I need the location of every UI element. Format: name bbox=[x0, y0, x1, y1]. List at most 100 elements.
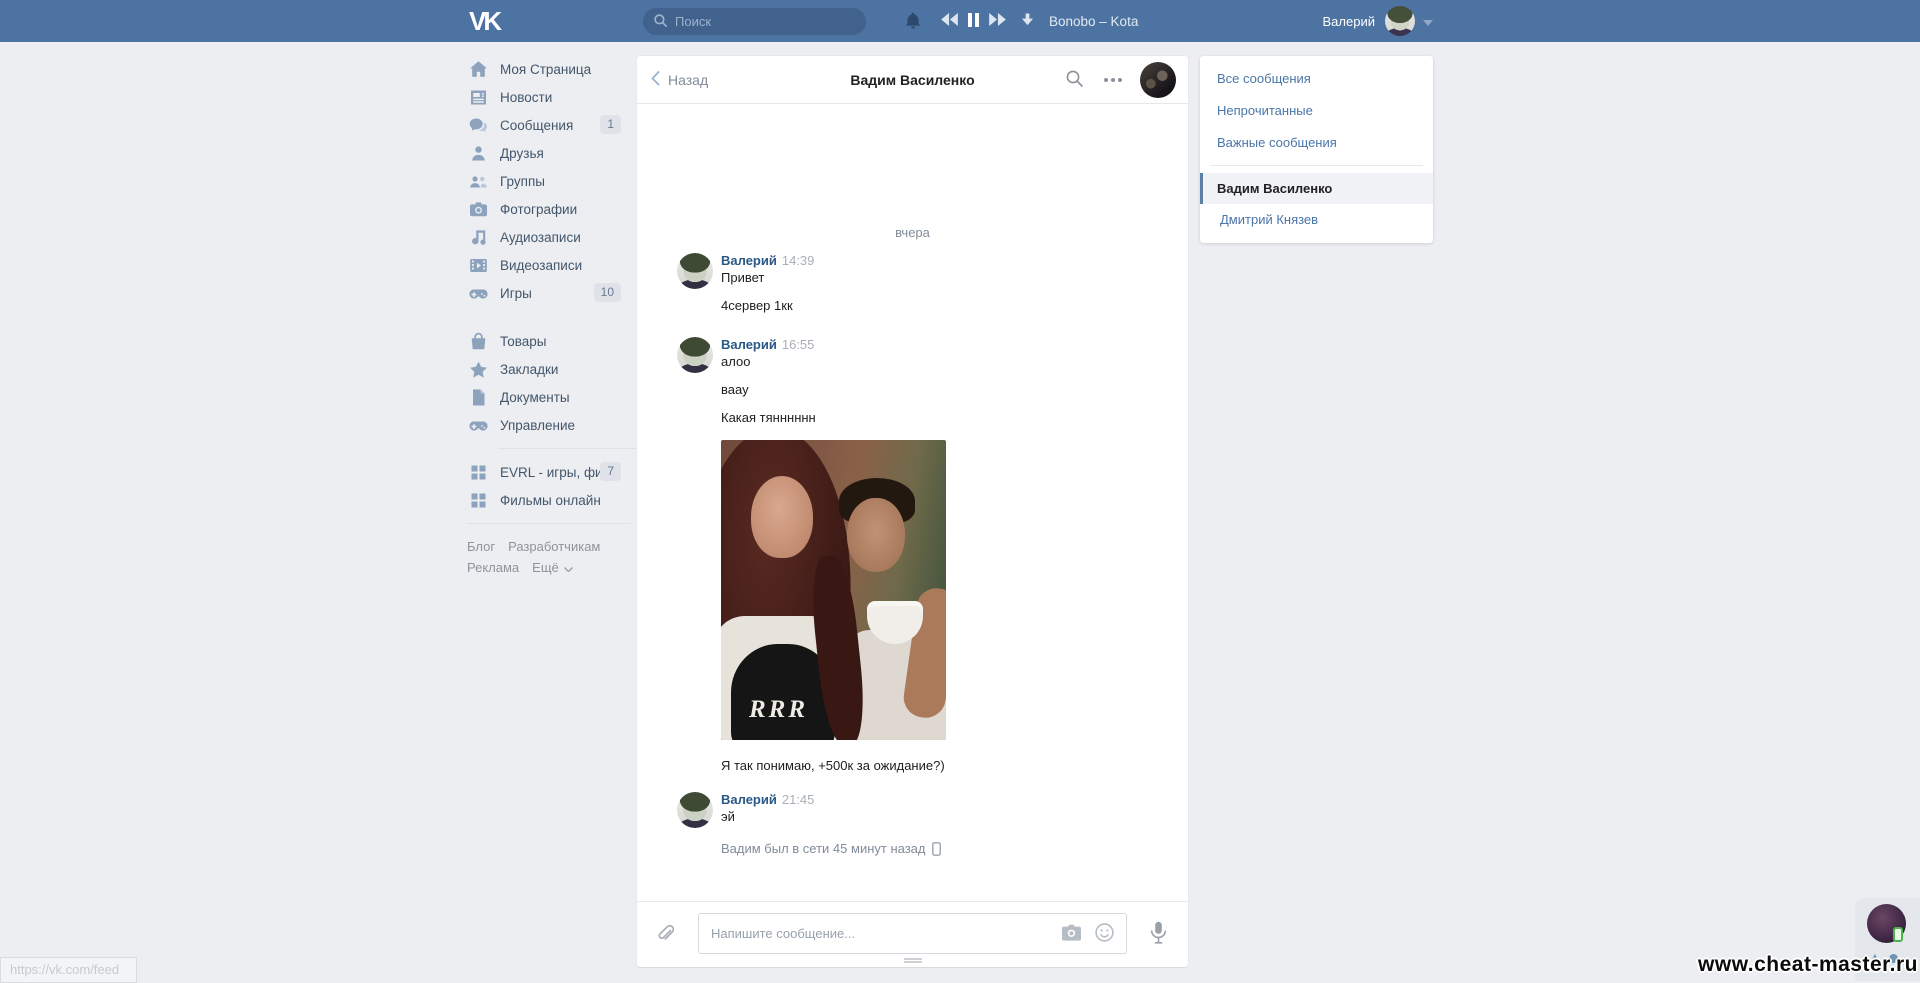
chat-search-button[interactable] bbox=[1066, 70, 1083, 90]
top-bar-inner: VK Bonobo – Kota bbox=[465, 0, 1433, 42]
bell-icon bbox=[903, 12, 923, 34]
voice-message-button[interactable] bbox=[1150, 921, 1167, 948]
back-chevron-icon bbox=[651, 71, 660, 89]
sidebar-item-bookmarks[interactable]: Закладки bbox=[465, 355, 637, 383]
sidebar-item-manage[interactable]: Управление bbox=[465, 411, 637, 439]
forward-icon bbox=[989, 13, 1006, 29]
author-link[interactable]: Валерий bbox=[721, 792, 777, 807]
panel-divider bbox=[1210, 165, 1423, 166]
forward-button[interactable] bbox=[989, 13, 1006, 29]
market-icon bbox=[468, 331, 489, 352]
search-icon bbox=[654, 13, 668, 30]
photo-upload-button[interactable] bbox=[1061, 924, 1082, 944]
sidebar-item-friends[interactable]: Друзья bbox=[465, 139, 637, 167]
magnifier-icon bbox=[1066, 70, 1083, 90]
filter-all-messages[interactable]: Все сообщения bbox=[1200, 63, 1433, 95]
ellipsis-icon bbox=[1101, 78, 1122, 82]
chat-actions-button[interactable] bbox=[1101, 78, 1122, 82]
photo-detail bbox=[751, 476, 813, 558]
groups-icon bbox=[468, 171, 489, 192]
message-list: вчера Валерий 14:39 Привет 4сервер 1кк Ва… bbox=[637, 105, 1188, 901]
footer-link-blog[interactable]: Блог bbox=[467, 539, 495, 554]
sidebar-item-games[interactable]: Игры 10 bbox=[465, 279, 637, 307]
emoji-button[interactable] bbox=[1095, 922, 1114, 945]
user-name: Валерий bbox=[1322, 13, 1375, 29]
sidebar-item-audio[interactable]: Аудиозаписи bbox=[465, 223, 637, 251]
filter-important[interactable]: Важные сообщения bbox=[1200, 127, 1433, 159]
sidebar-item-video[interactable]: Видеозаписи bbox=[465, 251, 637, 279]
video-icon bbox=[468, 255, 489, 276]
filter-unread[interactable]: Непрочитанные bbox=[1200, 95, 1433, 127]
sidebar-footer: Блог Разработчикам Реклама Ещё bbox=[465, 536, 637, 578]
message-composer bbox=[637, 901, 1188, 967]
download-track-button[interactable] bbox=[1021, 13, 1034, 29]
camera-icon bbox=[1061, 924, 1082, 944]
news-icon bbox=[468, 87, 489, 108]
avatar bbox=[1385, 6, 1415, 36]
user-menu[interactable]: Валерий bbox=[1323, 0, 1433, 42]
sidebar-item-photos[interactable]: Фотографии bbox=[465, 195, 637, 223]
audio-player: Bonobo – Kota bbox=[941, 0, 1138, 42]
message-time: 16:55 bbox=[781, 337, 815, 352]
app-badge: 7 bbox=[600, 462, 621, 481]
sidebar-item-docs[interactable]: Документы bbox=[465, 383, 637, 411]
avatar[interactable] bbox=[677, 337, 713, 373]
watermark: www.cheat-master.ru bbox=[1698, 953, 1918, 976]
rewind-icon bbox=[941, 13, 958, 29]
message-group: Валерий 14:39 Привет 4сервер 1кк bbox=[677, 253, 1148, 313]
conversation-item[interactable]: Вадим Василенко bbox=[1200, 173, 1433, 204]
peer-avatar[interactable] bbox=[1140, 62, 1176, 98]
sidebar-item-market[interactable]: Товары bbox=[465, 327, 637, 355]
notifications-button[interactable] bbox=[903, 11, 923, 34]
pause-button[interactable] bbox=[967, 12, 980, 30]
message-time: 21:45 bbox=[781, 792, 815, 807]
date-divider: вчера bbox=[895, 225, 930, 240]
photo-shirt-text: RRR bbox=[749, 696, 809, 723]
message-group: Валерий 21:45 эй bbox=[677, 792, 1148, 828]
footer-link-developers[interactable]: Разработчикам bbox=[508, 539, 600, 554]
player-track-title[interactable]: Bonobo – Kota bbox=[1049, 14, 1138, 29]
docs-icon bbox=[468, 387, 489, 408]
attach-button[interactable] bbox=[654, 923, 675, 948]
search-input[interactable] bbox=[675, 14, 855, 29]
browser-link-preview: https://vk.com/feed bbox=[0, 957, 137, 983]
search-box[interactable] bbox=[643, 8, 866, 35]
sidebar-item-my-page[interactable]: Моя Страница bbox=[465, 55, 637, 83]
sidebar-divider bbox=[467, 523, 631, 524]
chat-header: Назад Вадим Василенко bbox=[637, 56, 1188, 104]
sidebar-item-app-evrl[interactable]: EVRL - игры, фи... 7 bbox=[465, 458, 637, 486]
apps-grid-icon bbox=[468, 490, 489, 511]
message-text: алоо bbox=[721, 354, 751, 369]
rewind-button[interactable] bbox=[941, 13, 958, 29]
photo-attachment[interactable]: RRR bbox=[721, 440, 946, 740]
unread-badge: 1 bbox=[600, 115, 621, 134]
home-icon bbox=[468, 59, 489, 80]
friends-icon bbox=[468, 143, 489, 164]
conversation-item[interactable]: Дмитрий Князев bbox=[1200, 204, 1433, 235]
avatar bbox=[1140, 62, 1176, 98]
author-link[interactable]: Валерий bbox=[721, 337, 777, 352]
author-link[interactable]: Валерий bbox=[721, 253, 777, 268]
message-text: эй bbox=[721, 809, 735, 824]
back-button[interactable]: Назад bbox=[651, 56, 708, 104]
sidebar: Моя Страница Новости Сообщения 1 Друзья … bbox=[465, 42, 637, 578]
message-input[interactable] bbox=[711, 926, 1048, 941]
sidebar-item-news[interactable]: Новости bbox=[465, 83, 637, 111]
sidebar-item-messages[interactable]: Сообщения 1 bbox=[465, 111, 637, 139]
sidebar-item-groups[interactable]: Группы bbox=[465, 167, 637, 195]
sidebar-divider bbox=[498, 448, 637, 449]
message-text: Я так понимаю, +500к за ожидание?) bbox=[721, 758, 945, 773]
message-input-box[interactable] bbox=[698, 913, 1127, 954]
footer-link-more[interactable]: Ещё bbox=[532, 560, 559, 575]
avatar[interactable] bbox=[677, 253, 713, 289]
mobile-phone-icon bbox=[932, 841, 942, 856]
footer-link-ads[interactable]: Реклама bbox=[467, 560, 519, 575]
audio-icon bbox=[468, 227, 489, 248]
messages-filter-panel: Все сообщения Непрочитанные Важные сообщ… bbox=[1200, 56, 1433, 243]
games-icon bbox=[468, 283, 489, 304]
vk-logo[interactable]: VK bbox=[469, 6, 502, 37]
composer-resize-handle[interactable] bbox=[903, 958, 922, 963]
avatar[interactable] bbox=[677, 792, 713, 828]
sidebar-item-app-films[interactable]: Фильмы онлайн bbox=[465, 486, 637, 514]
